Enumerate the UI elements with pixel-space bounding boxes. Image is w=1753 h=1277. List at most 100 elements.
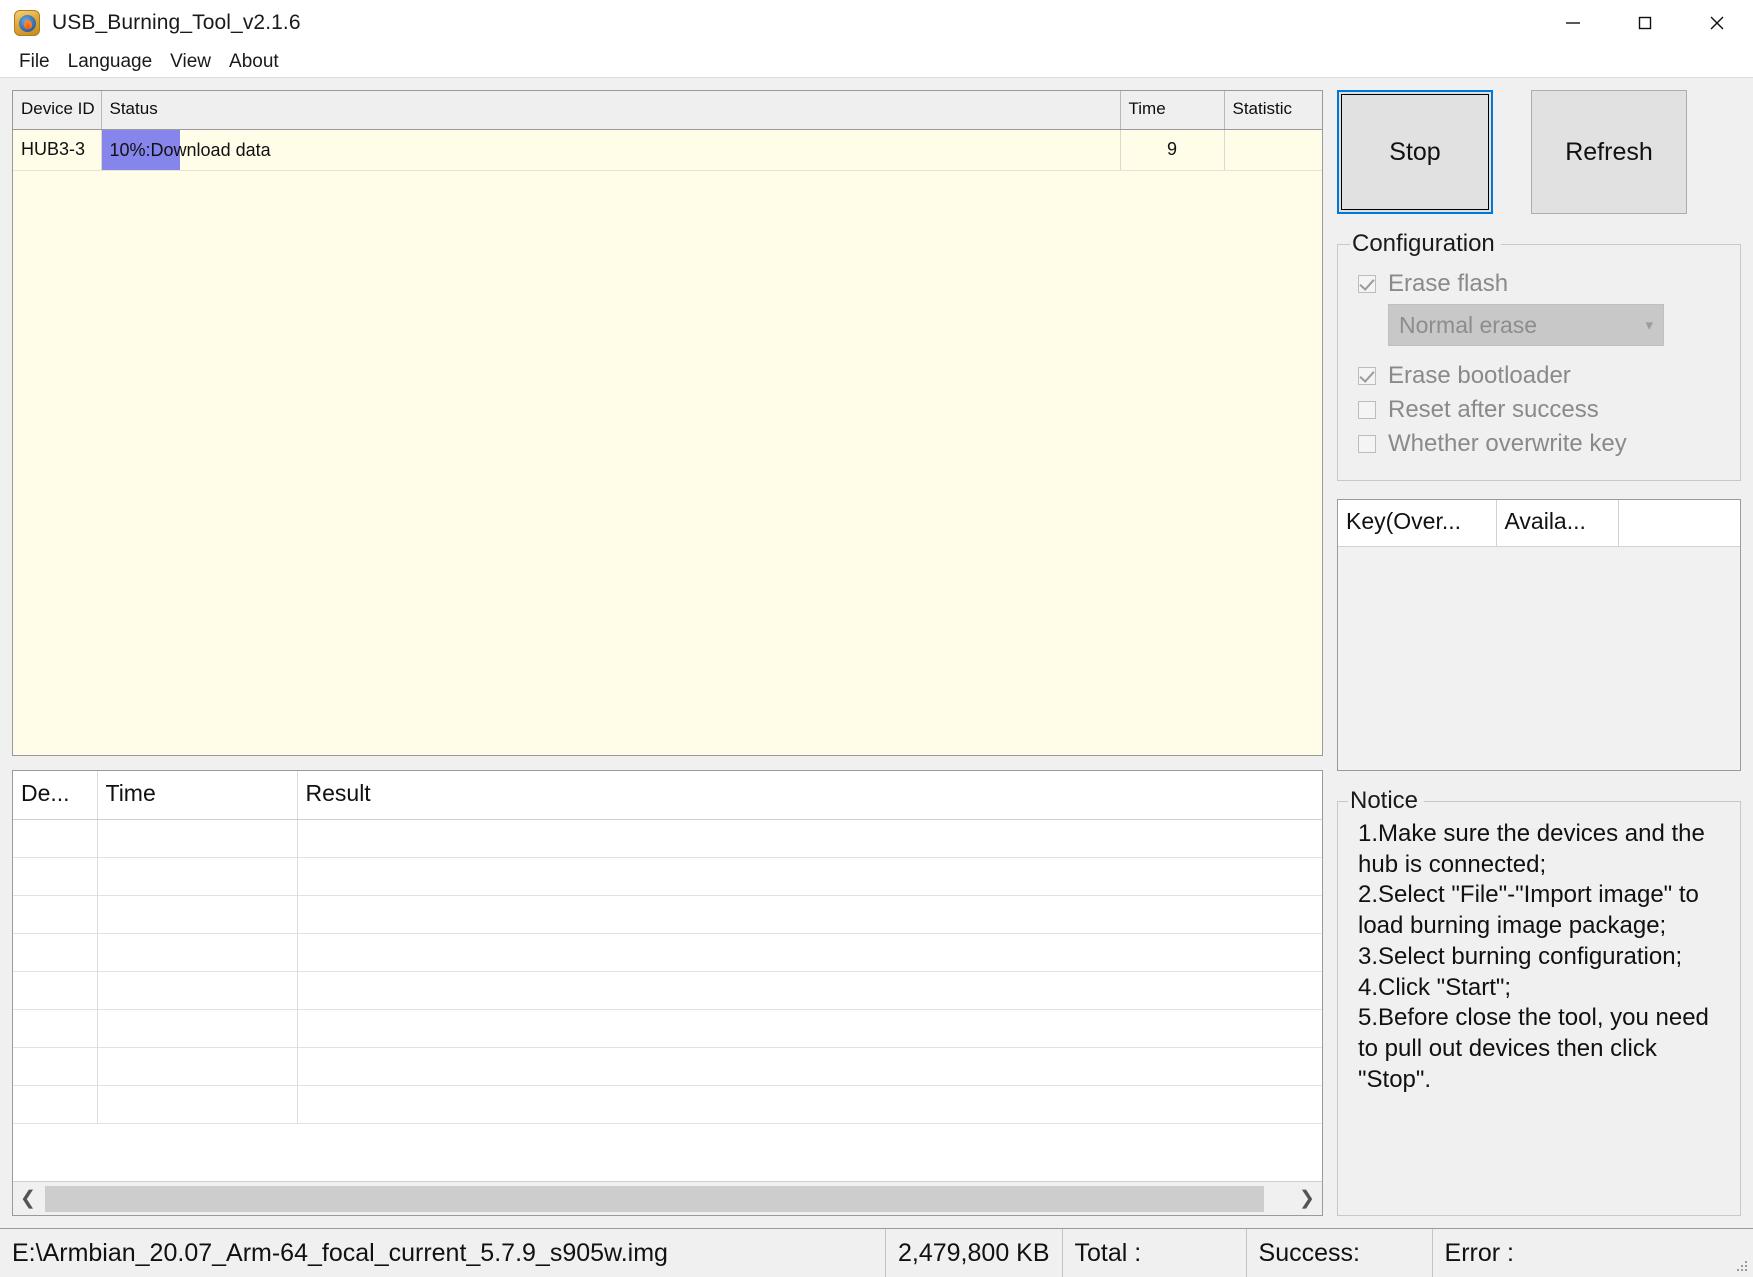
notice-title: Notice (1348, 787, 1424, 815)
app-window: USB_Burning_Tool_v2.1.6 File Language Vi… (0, 0, 1753, 1277)
log-cell (97, 1085, 297, 1123)
device-table: Device ID Status Time Statistic HUB3-3 1… (13, 91, 1322, 171)
list-item (13, 1009, 1322, 1047)
list-item (13, 1047, 1322, 1085)
log-cell (13, 933, 97, 971)
checkbox-icon[interactable] (1358, 401, 1376, 419)
status-success: Success: (1247, 1229, 1433, 1277)
key-col-header-key[interactable]: Key(Over... (1338, 500, 1496, 546)
device-table-header-row: Device ID Status Time Statistic (13, 91, 1322, 129)
log-cell (13, 857, 97, 895)
device-table-panel: Device ID Status Time Statistic HUB3-3 1… (12, 90, 1323, 756)
stop-button-label: Stop (1389, 138, 1440, 167)
log-cell (297, 1047, 1322, 1085)
maximize-button[interactable] (1609, 0, 1681, 46)
right-column: Stop Refresh Configuration Erase flash N… (1337, 90, 1741, 1216)
list-item (13, 971, 1322, 1009)
configuration-title: Configuration (1350, 230, 1501, 258)
device-col-header-time[interactable]: Time (1120, 91, 1224, 129)
scrollbar-thumb[interactable] (45, 1186, 1264, 1212)
list-item (13, 819, 1322, 857)
checkbox-icon[interactable] (1358, 275, 1376, 293)
checkbox-erase-bootloader[interactable]: Erase bootloader (1358, 362, 1728, 390)
left-column: Device ID Status Time Statistic HUB3-3 1… (12, 90, 1323, 1216)
device-table-empty-area (13, 171, 1322, 756)
app-flame-icon (14, 10, 40, 36)
chevron-right-icon[interactable]: ❯ (1292, 1189, 1322, 1208)
key-table-empty-area (1338, 547, 1740, 771)
checkbox-label: Erase flash (1388, 270, 1508, 298)
checkbox-reset-after-success[interactable]: Reset after success (1358, 396, 1728, 424)
device-cell-statistic (1224, 129, 1322, 170)
status-image-path: E:\Armbian_20.07_Arm-64_focal_current_5.… (0, 1229, 886, 1277)
close-button[interactable] (1681, 0, 1753, 46)
list-item (13, 933, 1322, 971)
title-bar: USB_Burning_Tool_v2.1.6 (0, 0, 1753, 46)
chevron-left-icon[interactable]: ❮ (13, 1189, 43, 1208)
stop-button[interactable]: Stop (1337, 90, 1493, 214)
status-error: Error : (1433, 1229, 1753, 1277)
log-horizontal-scrollbar[interactable]: ❮ ❯ (13, 1181, 1322, 1215)
device-col-header-device-id[interactable]: Device ID (13, 91, 101, 129)
log-cell (13, 1085, 97, 1123)
log-cell (97, 857, 297, 895)
key-col-header-available[interactable]: Availa... (1496, 500, 1618, 546)
device-col-header-status[interactable]: Status (101, 91, 1120, 129)
log-col-header-time[interactable]: Time (97, 771, 297, 819)
log-cell (297, 819, 1322, 857)
key-table: Key(Over... Availa... (1338, 500, 1740, 547)
log-cell (13, 1047, 97, 1085)
status-image-size: 2,479,800 KB (886, 1229, 1063, 1277)
key-col-header-blank[interactable] (1618, 500, 1740, 546)
checkbox-icon[interactable] (1358, 435, 1376, 453)
notice-group: Notice 1.Make sure the devices and the h… (1337, 787, 1741, 1216)
log-cell (97, 933, 297, 971)
window-title: USB_Burning_Tool_v2.1.6 (52, 11, 301, 35)
resize-grip-icon[interactable] (1735, 1259, 1749, 1273)
table-row[interactable]: HUB3-3 10%:Download data 9 (13, 129, 1322, 170)
log-cell (13, 819, 97, 857)
notice-text: 1.Make sure the devices and the hub is c… (1348, 819, 1730, 1095)
log-table-body (13, 819, 1322, 1123)
checkbox-icon[interactable] (1358, 367, 1376, 385)
log-table-empty-area (13, 1124, 1322, 1182)
log-cell (13, 895, 97, 933)
log-col-header-result[interactable]: Result (297, 771, 1322, 819)
menu-bar: File Language View About (0, 46, 1753, 78)
log-cell (297, 895, 1322, 933)
log-cell (13, 971, 97, 1009)
minimize-button[interactable] (1537, 0, 1609, 46)
refresh-button-label: Refresh (1565, 138, 1653, 167)
menu-item-file[interactable]: File (10, 49, 59, 75)
menu-item-language[interactable]: Language (59, 49, 162, 75)
erase-mode-select[interactable]: Normal erase ▾ (1388, 304, 1664, 346)
log-col-header-device[interactable]: De... (13, 771, 97, 819)
device-cell-time: 9 (1120, 129, 1224, 170)
status-total: Total : (1063, 1229, 1247, 1277)
log-cell (297, 857, 1322, 895)
device-cell-device-id: HUB3-3 (13, 129, 101, 170)
erase-mode-value: Normal erase (1399, 312, 1645, 339)
list-item (13, 1085, 1322, 1123)
log-table: De... Time Result (13, 771, 1322, 1124)
log-cell (297, 971, 1322, 1009)
log-cell (97, 819, 297, 857)
menu-item-view[interactable]: View (161, 49, 220, 75)
window-controls (1537, 0, 1753, 46)
checkbox-label: Reset after success (1388, 396, 1599, 424)
log-table-panel: De... Time Result (12, 770, 1323, 1216)
list-item (13, 857, 1322, 895)
configuration-group: Configuration Erase flash Normal erase ▾… (1337, 230, 1741, 481)
main-body: Device ID Status Time Statistic HUB3-3 1… (0, 78, 1753, 1216)
log-cell (297, 1009, 1322, 1047)
log-cell (97, 971, 297, 1009)
checkbox-erase-flash[interactable]: Erase flash (1358, 270, 1728, 298)
log-cell (297, 933, 1322, 971)
refresh-button[interactable]: Refresh (1531, 90, 1687, 214)
log-cell (97, 895, 297, 933)
log-table-header-row: De... Time Result (13, 771, 1322, 819)
menu-item-about[interactable]: About (220, 49, 288, 75)
device-col-header-statistic[interactable]: Statistic (1224, 91, 1322, 129)
checkbox-whether-overwrite-key[interactable]: Whether overwrite key (1358, 430, 1728, 458)
device-cell-status: 10%:Download data (101, 129, 1120, 170)
